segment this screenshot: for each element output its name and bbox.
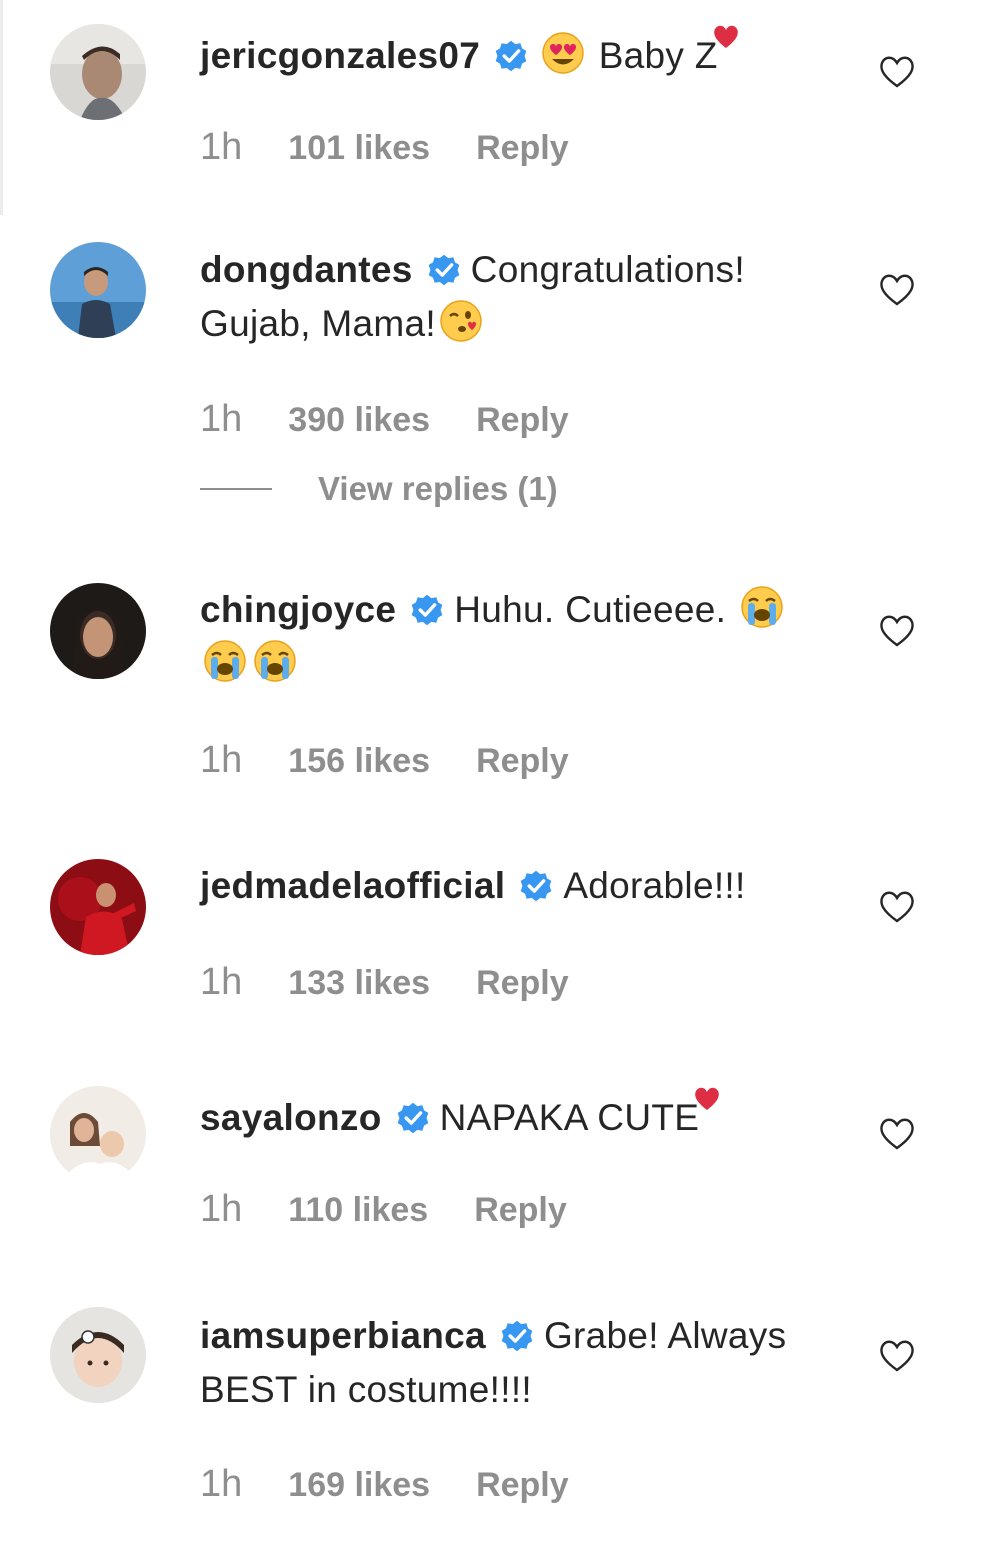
comment-body: chingjoyce Huhu. Cutieeee. bbox=[200, 583, 850, 691]
likes-count[interactable]: 156 likes bbox=[288, 742, 430, 781]
kissing-wink-emoji-icon bbox=[440, 300, 482, 342]
reply-button[interactable]: Reply bbox=[476, 401, 569, 440]
likes-count[interactable]: 110 likes bbox=[288, 1191, 428, 1230]
comment-body: iamsuperbianca Grabe! Always BEST in cost… bbox=[200, 1309, 850, 1417]
comment-text: Huhu. Cutieeee. bbox=[454, 589, 727, 630]
heart-outline-icon[interactable] bbox=[877, 1336, 917, 1374]
reply-button[interactable]: Reply bbox=[476, 964, 569, 1003]
username-link[interactable]: chingjoyce bbox=[200, 589, 396, 630]
avatar-photo bbox=[50, 1086, 146, 1182]
heart-outline-icon[interactable] bbox=[877, 52, 917, 90]
red-heart-emoji-icon bbox=[695, 1087, 720, 1110]
avatar-photo bbox=[50, 583, 146, 679]
timestamp[interactable]: 1h bbox=[200, 961, 242, 1004]
comment-meta: 1h 101 likes Reply bbox=[200, 126, 569, 169]
verified-badge-icon bbox=[397, 1102, 428, 1134]
comment-body: dongdantes Congratulations! Gujab, Mama! bbox=[200, 243, 850, 351]
verified-badge-icon bbox=[501, 1320, 533, 1352]
comment-text-line2: Gujab, Mama! bbox=[200, 303, 436, 344]
avatar[interactable] bbox=[50, 859, 146, 955]
thread-indent-rule bbox=[0, 0, 3, 215]
verified-badge-icon bbox=[411, 594, 443, 626]
timestamp[interactable]: 1h bbox=[200, 126, 242, 169]
username-link[interactable]: jericgonzales07 bbox=[200, 35, 480, 76]
red-heart-emoji-icon bbox=[713, 25, 738, 48]
comment-meta: 1h 390 likes Reply bbox=[200, 398, 569, 441]
avatar[interactable] bbox=[50, 1307, 146, 1403]
heart-outline-icon[interactable] bbox=[877, 887, 917, 925]
comment-meta: 1h 156 likes Reply bbox=[200, 739, 569, 782]
heart-outline-icon[interactable] bbox=[877, 270, 917, 308]
avatar-photo bbox=[50, 1307, 146, 1403]
likes-count[interactable]: 133 likes bbox=[288, 964, 430, 1003]
username-link[interactable]: sayalonzo bbox=[200, 1097, 382, 1138]
timestamp[interactable]: 1h bbox=[200, 1188, 242, 1231]
comment-text: Baby Z bbox=[598, 35, 718, 76]
timestamp[interactable]: 1h bbox=[200, 1463, 242, 1506]
avatar[interactable] bbox=[50, 24, 146, 120]
timestamp[interactable]: 1h bbox=[200, 739, 242, 782]
likes-count[interactable]: 169 likes bbox=[288, 1466, 430, 1505]
verified-badge-icon bbox=[521, 870, 552, 902]
username-link[interactable]: iamsuperbianca bbox=[200, 1315, 486, 1356]
avatar-photo bbox=[50, 859, 146, 955]
replies-divider bbox=[200, 488, 272, 490]
loudly-crying-emoji-icon bbox=[254, 640, 296, 682]
likes-count[interactable]: 390 likes bbox=[288, 401, 430, 440]
likes-count[interactable]: 101 likes bbox=[288, 129, 430, 168]
loudly-crying-emoji-icon bbox=[741, 586, 783, 628]
reply-button[interactable]: Reply bbox=[476, 1466, 569, 1505]
username-link[interactable]: jedmadelaofficial bbox=[200, 865, 505, 906]
view-replies-button[interactable]: View replies (1) bbox=[200, 470, 558, 508]
username-link[interactable]: dongdantes bbox=[200, 249, 413, 290]
timestamp[interactable]: 1h bbox=[200, 398, 242, 441]
view-replies-label[interactable]: View replies (1) bbox=[318, 470, 558, 507]
comment-body: jericgonzales07 Baby Z bbox=[200, 24, 850, 83]
comment-text: Adorable!!! bbox=[563, 865, 746, 906]
comment-text-line1: Grabe! Always bbox=[543, 1315, 787, 1356]
loudly-crying-emoji-icon bbox=[204, 640, 246, 682]
verified-badge-icon bbox=[495, 40, 527, 72]
heart-eyes-emoji-icon bbox=[542, 32, 584, 74]
comment-body: sayalonzo NAPAKA CUTE bbox=[200, 1086, 850, 1145]
comment-meta: 1h 133 likes Reply bbox=[200, 961, 569, 1004]
comment-text-line1: Congratulations! bbox=[470, 249, 745, 290]
comment-text: NAPAKA CUTE bbox=[439, 1097, 700, 1138]
heart-outline-icon[interactable] bbox=[877, 611, 917, 649]
avatar[interactable] bbox=[50, 583, 146, 679]
comment-meta: 1h 169 likes Reply bbox=[200, 1463, 569, 1506]
comment-body: jedmadelaofficial Adorable!!! bbox=[200, 859, 850, 913]
comment-meta: 1h 110 likes Reply bbox=[200, 1188, 567, 1231]
reply-button[interactable]: Reply bbox=[476, 742, 569, 781]
heart-outline-icon[interactable] bbox=[877, 1114, 917, 1152]
reply-button[interactable]: Reply bbox=[474, 1191, 567, 1230]
avatar-photo bbox=[50, 24, 146, 120]
comment-text-line2: BEST in costume!!!! bbox=[200, 1369, 532, 1410]
avatar-photo bbox=[50, 242, 146, 338]
reply-button[interactable]: Reply bbox=[476, 129, 569, 168]
avatar[interactable] bbox=[50, 242, 146, 338]
avatar[interactable] bbox=[50, 1086, 146, 1182]
verified-badge-icon bbox=[428, 254, 459, 286]
